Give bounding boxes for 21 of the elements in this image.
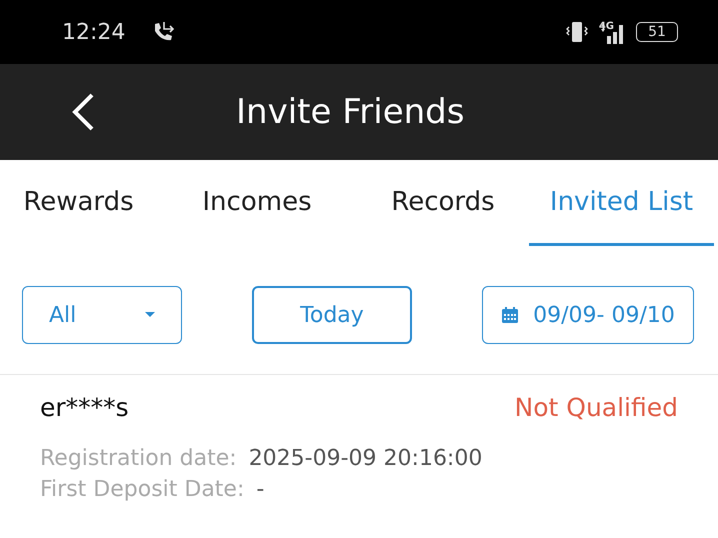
field-value: - — [256, 477, 264, 502]
calendar-icon — [501, 306, 520, 324]
tab[interactable]: Rewards — [0, 160, 157, 246]
vibrate-icon — [564, 20, 589, 44]
filter-dropdown[interactable]: All — [22, 286, 182, 344]
page-title: Invite Friends — [236, 92, 464, 132]
date-range-button[interactable]: 09/09- 09/10 — [482, 286, 694, 344]
qualification-status: Not Qualified — [514, 393, 678, 422]
field-value: 2025-09-09 20:16:00 — [248, 446, 482, 471]
clock-time: 12:24 — [62, 20, 126, 44]
username: er****s — [40, 393, 129, 422]
today-button[interactable]: Today — [252, 286, 412, 344]
field-label: Registration date: — [40, 446, 237, 471]
back-button[interactable] — [70, 92, 96, 132]
tab[interactable]: Records — [357, 160, 529, 246]
field-label: First Deposit Date: — [40, 477, 244, 502]
caret-icon — [145, 312, 155, 318]
tab[interactable]: Invited List — [529, 160, 714, 246]
tab[interactable]: Incomes — [157, 160, 357, 246]
battery-icon: 51 — [636, 22, 678, 42]
signal-icon — [600, 22, 626, 44]
